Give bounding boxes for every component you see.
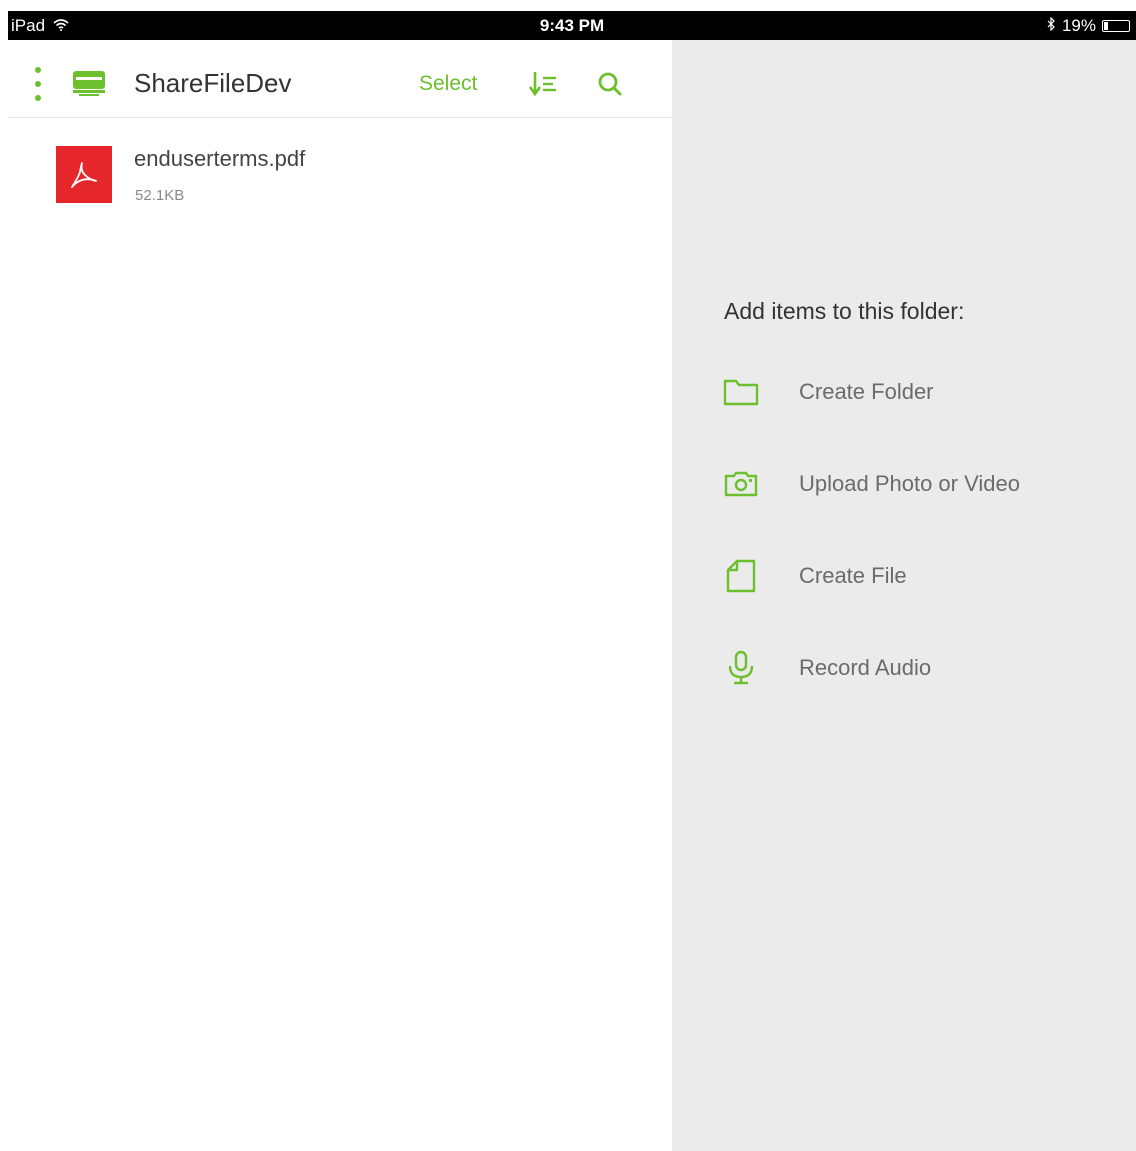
file-icon [722, 556, 760, 596]
menu-dot [35, 95, 41, 101]
record-audio-label: Record Audio [799, 655, 932, 680]
upload-photo-video-button[interactable]: Upload Photo or Video [722, 464, 1122, 504]
bluetooth-icon [1047, 16, 1056, 36]
status-time: 9:43 PM [539, 16, 605, 35]
create-file-label: Create File [799, 563, 907, 588]
file-size: 52.1KB [135, 187, 185, 204]
folder-icon [722, 372, 760, 412]
sort-icon[interactable] [528, 69, 560, 104]
menu-dot [35, 67, 41, 73]
create-folder-label: Create Folder [799, 379, 934, 404]
navigation-bar: ShareFileDev Select [8, 40, 672, 118]
battery-level [1104, 22, 1108, 30]
upload-photo-video-label: Upload Photo or Video [799, 471, 1020, 496]
create-file-button[interactable]: Create File [722, 556, 1122, 596]
battery-percent: 19% [1061, 16, 1096, 35]
select-button[interactable]: Select [419, 72, 477, 96]
microphone-icon [722, 648, 760, 688]
search-icon[interactable] [597, 71, 623, 102]
ipad-screen: iPad 9:43 PM 19% ShareFileDev Select end… [0, 0, 1136, 1151]
file-list-item[interactable]: enduserterms.pdf 52.1KB [8, 136, 672, 216]
menu-dot [35, 81, 41, 87]
drive-icon [70, 69, 108, 102]
battery-icon [1102, 20, 1130, 32]
add-items-pane: Add items to this folder: Create Folder … [672, 40, 1136, 1151]
status-right: 19% [1047, 16, 1130, 36]
status-bar: iPad 9:43 PM 19% [8, 11, 1136, 40]
file-name: enduserterms.pdf [134, 146, 306, 171]
file-browser-pane: ShareFileDev Select enduserterms.pdf 52.… [8, 40, 672, 1151]
pdf-icon [56, 146, 112, 203]
record-audio-button[interactable]: Record Audio [722, 648, 1122, 688]
more-options-button[interactable] [30, 67, 46, 101]
create-folder-button[interactable]: Create Folder [722, 372, 1122, 412]
add-items-heading: Add items to this folder: [724, 298, 965, 324]
camera-icon [722, 464, 760, 504]
page-title: ShareFileDev [134, 68, 292, 98]
